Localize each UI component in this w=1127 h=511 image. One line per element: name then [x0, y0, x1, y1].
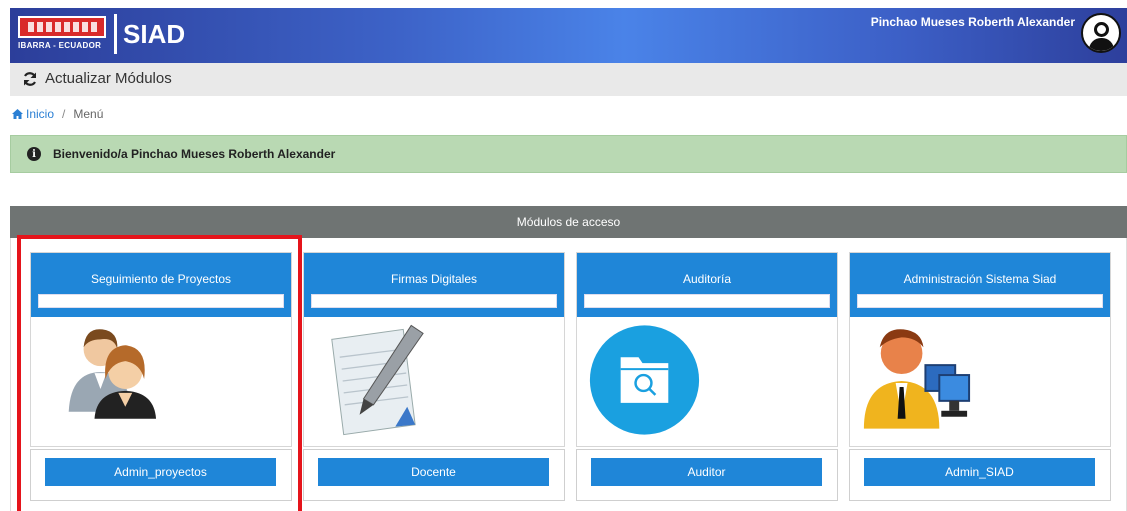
utn-logo[interactable]: IBARRA - ECUADOR SIAD [18, 14, 185, 54]
card-header: Administración Sistema Siad [850, 253, 1110, 317]
pen-document-icon [331, 324, 424, 436]
card-bar [584, 294, 830, 308]
card-header: Auditoría [577, 253, 837, 317]
app-root: { "header": { "logo_sub": "IBARRA - ECUA… [0, 0, 1127, 511]
card-title: Firmas Digitales [390, 272, 477, 286]
role-box: Auditor [576, 449, 838, 501]
module-card-firmas[interactable]: Firmas Digitales [303, 252, 565, 447]
module-card-administracion[interactable]: Administración Sistema Siad [849, 252, 1111, 447]
utn-logo-mark: IBARRA - ECUADOR [18, 14, 106, 54]
card-title: Seguimiento de Proyectos [90, 272, 232, 286]
logo-subtitle: IBARRA - ECUADOR [18, 41, 102, 50]
card-header: Seguimiento de Proyectos [31, 253, 291, 317]
app-name: SIAD [114, 14, 185, 54]
breadcrumb-separator: / [62, 107, 66, 121]
role-button-admin-siad[interactable]: Admin_SIAD [864, 458, 1095, 486]
user-avatar-icon[interactable] [1081, 13, 1121, 53]
welcome-text: Bienvenido/a Pinchao Mueses Roberth Alex… [53, 147, 336, 161]
module-card-auditoria[interactable]: Auditoría [576, 252, 838, 447]
utn-logo-letters [18, 16, 106, 38]
admin-computer-icon [863, 329, 971, 429]
role-button-docente[interactable]: Docente [318, 458, 549, 486]
folder-search-icon [589, 325, 700, 435]
refresh-modules-button[interactable]: Actualizar Módulos [22, 70, 172, 87]
breadcrumb-current: Menú [73, 107, 104, 121]
card-title: Auditoría [682, 272, 732, 286]
role-button-auditor[interactable]: Auditor [591, 458, 822, 486]
role-button-admin-proyectos[interactable]: Admin_proyectos [45, 458, 276, 486]
card-header: Firmas Digitales [304, 253, 564, 317]
refresh-icon [23, 71, 37, 86]
home-icon [12, 109, 23, 119]
users-icon [68, 329, 157, 419]
toolbar: Actualizar Módulos [10, 63, 1127, 96]
card-bar [311, 294, 557, 308]
card-bar [857, 294, 1103, 308]
role-box: Docente [303, 449, 565, 501]
breadcrumb: Inicio / Menú [12, 107, 103, 121]
breadcrumb-home-link[interactable]: Inicio [12, 107, 54, 121]
module-card-seguimiento[interactable]: Seguimiento de Proyectos [30, 252, 292, 447]
card-bar [38, 294, 284, 308]
info-icon: i [27, 147, 41, 161]
user-name[interactable]: Pinchao Mueses Roberth Alexander [871, 15, 1075, 29]
role-box: Admin_proyectos [30, 449, 292, 501]
refresh-modules-label: Actualizar Módulos [45, 70, 172, 87]
top-header: IBARRA - ECUADOR SIAD Pinchao Mueses Rob… [10, 8, 1127, 63]
card-title: Administración Sistema Siad [903, 272, 1057, 286]
welcome-alert: i Bienvenido/a Pinchao Mueses Roberth Al… [10, 135, 1127, 173]
modules-panel-title: Módulos de acceso [10, 206, 1127, 238]
breadcrumb-home-label: Inicio [26, 107, 55, 121]
role-box: Admin_SIAD [849, 449, 1111, 501]
